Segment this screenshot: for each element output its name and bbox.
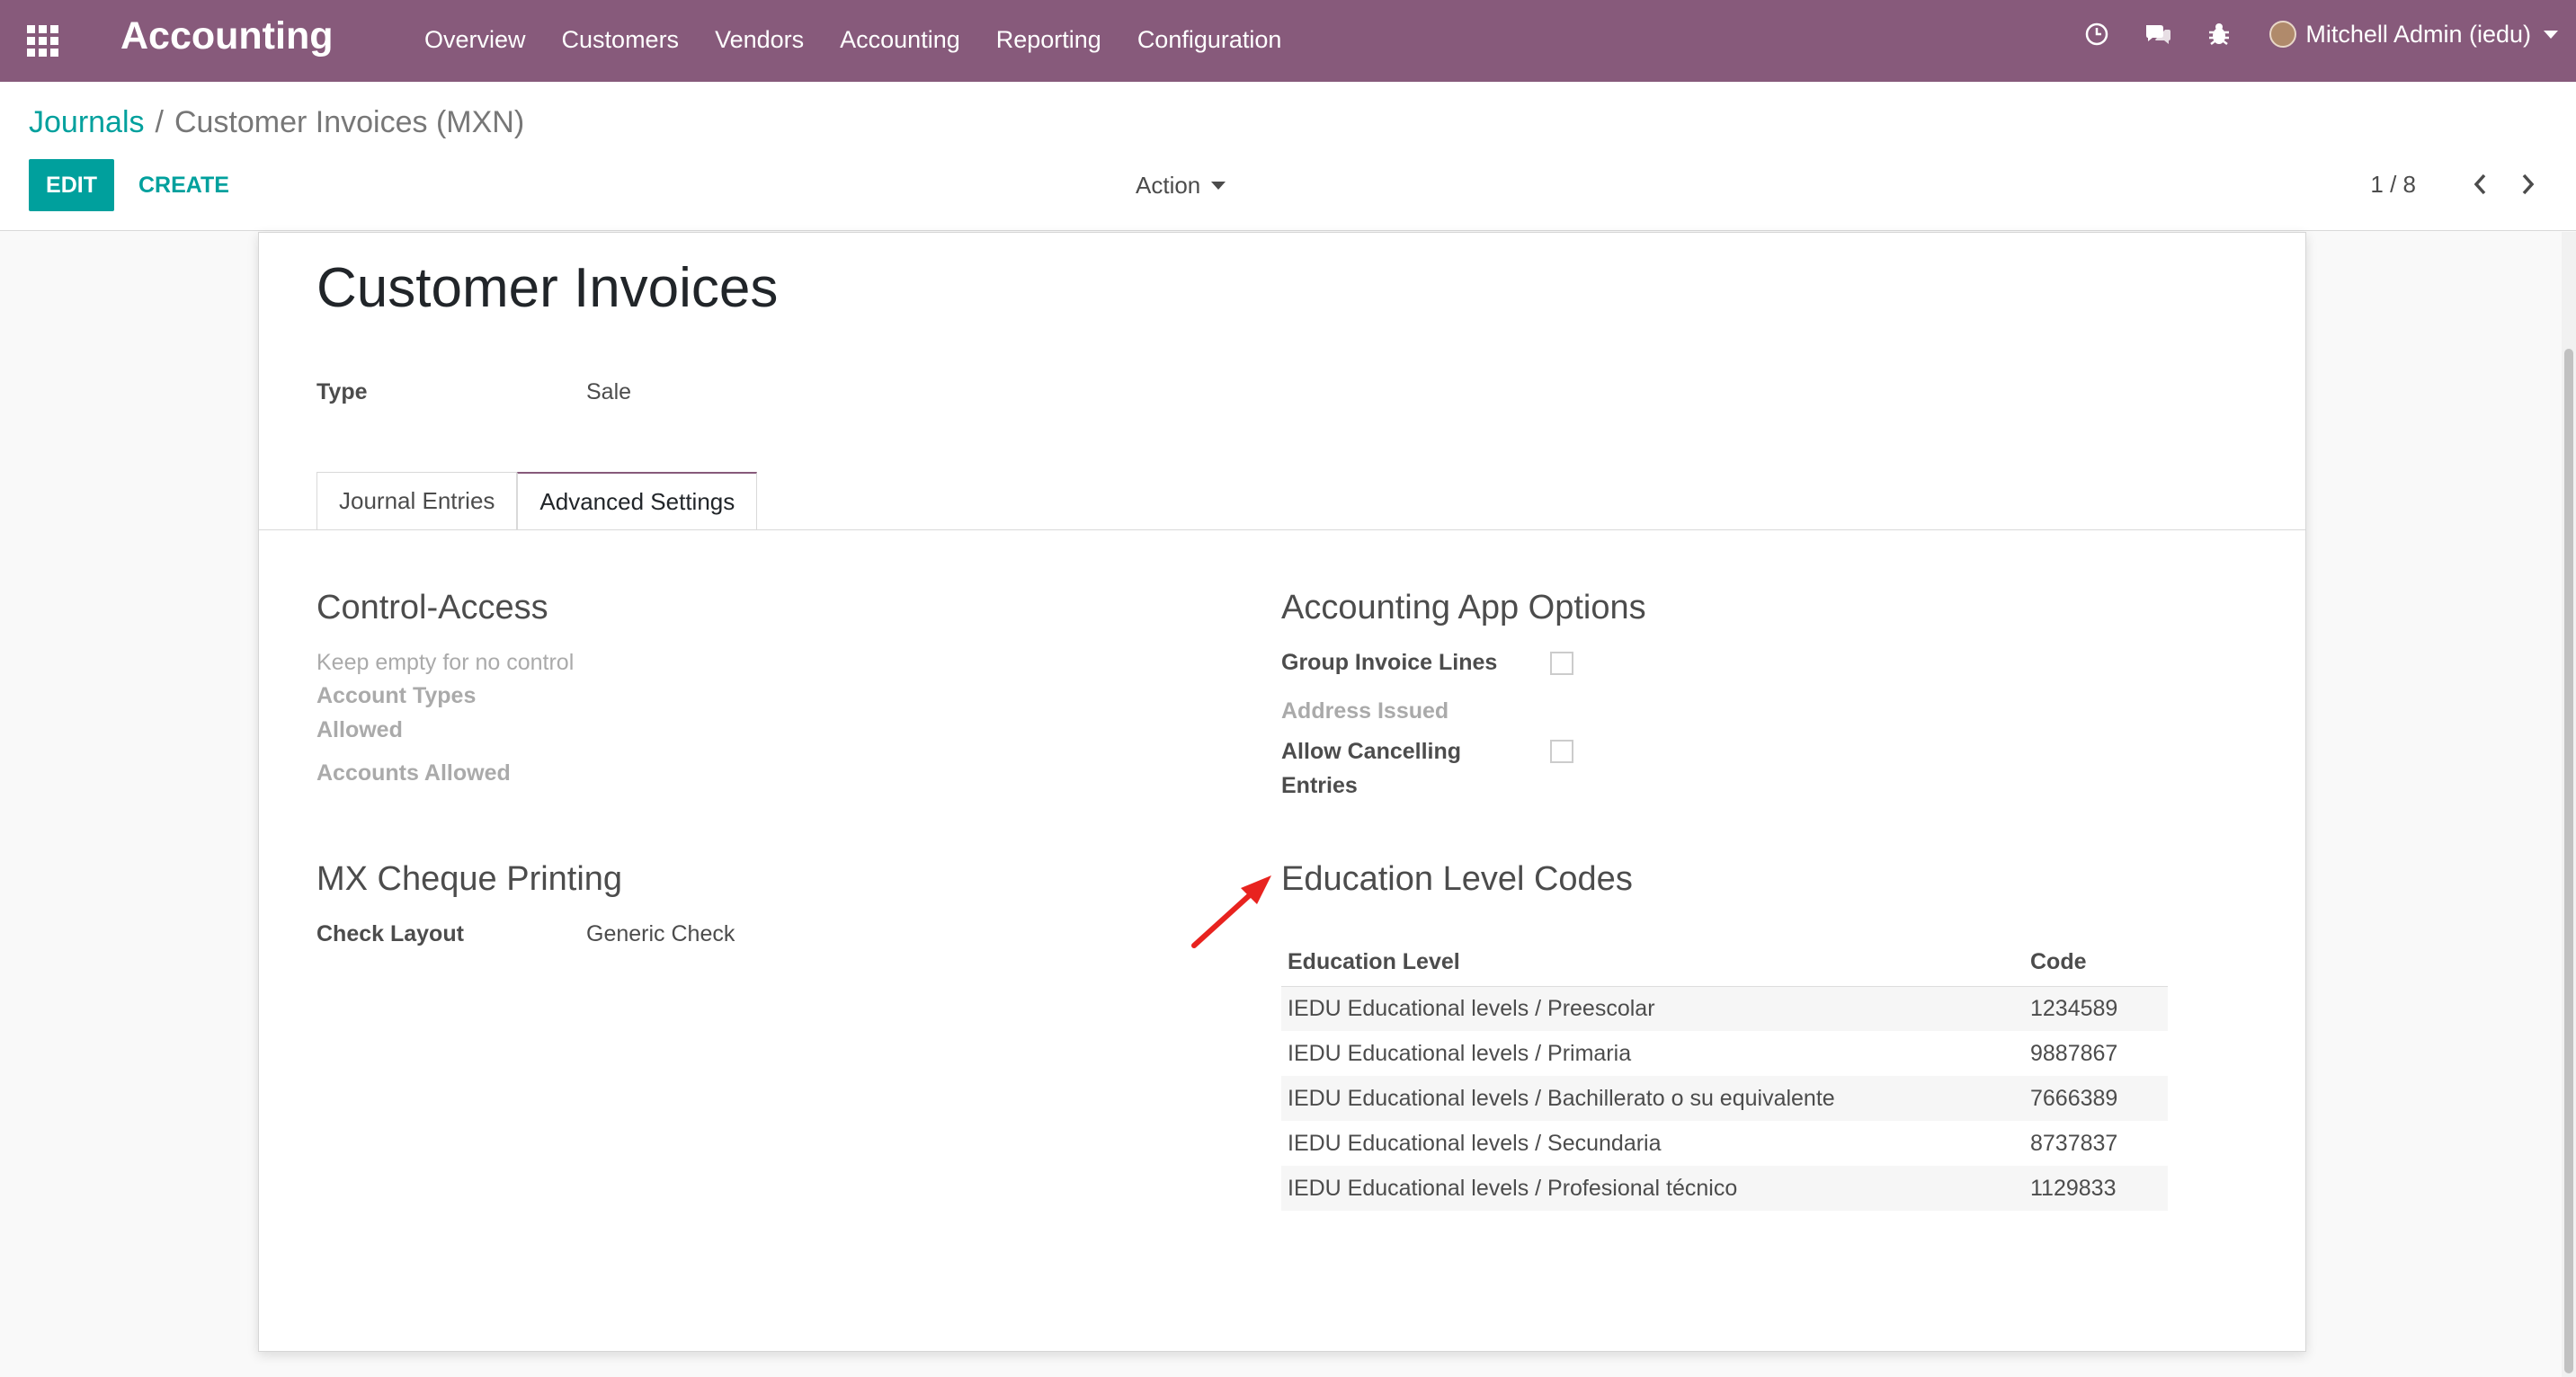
form-sheet: Customer Invoices Type Sale Journal Entr… [258,232,2306,1352]
user-menu[interactable]: Mitchell Admin (iedu) [2269,21,2558,49]
bug-icon[interactable] [2205,20,2233,49]
action-label: Action [1136,172,1201,199]
table-row[interactable]: IEDU Educational levels / Profesional té… [1281,1166,2168,1211]
group-invoice-lines-checkbox[interactable] [1550,652,1573,675]
column-header-education-level[interactable]: Education Level [1281,939,2024,986]
account-types-allowed-label: Account Types Allowed [316,679,476,747]
menu-item-overview[interactable]: Overview [424,26,526,54]
type-value: Sale [586,379,632,404]
control-panel: Journals / Customer Invoices (MXN) EDIT CR… [0,82,2576,231]
chat-icon[interactable] [2144,20,2172,49]
tab-advanced-settings[interactable]: Advanced Settings [517,472,758,530]
systray: Mitchell Admin (iedu) [2050,20,2558,49]
main-menu: Overview Customers Vendors Accounting Re… [424,26,1317,54]
chevron-down-icon [2544,30,2558,39]
mx-cheque-printing-title: MX Cheque Printing [316,860,623,898]
table-row[interactable]: IEDU Educational levels / Secundaria 873… [1281,1121,2168,1166]
pager-value[interactable]: 1 / 8 [2370,171,2416,199]
scrollbar-thumb[interactable] [2564,349,2573,1373]
caret-down-icon [1211,182,1226,190]
edit-button[interactable]: EDIT [29,159,114,211]
check-layout-label: Check Layout [316,921,464,946]
account-types-label-line1: Account Types [316,683,477,708]
tabs-divider [259,529,2305,530]
apps-menu-icon[interactable] [27,25,61,57]
scrollbar[interactable] [2562,232,2576,1377]
code-cell: 7666389 [2030,1085,2118,1111]
account-types-label-line2: Allowed [316,717,403,742]
pager: 1 / 8 [2370,168,2540,200]
type-label: Type [316,379,368,404]
red-arrow-icon [1191,875,1271,948]
code-cell: 1234589 [2030,995,2118,1021]
chevron-right-icon[interactable] [2517,168,2540,200]
table-row[interactable]: IEDU Educational levels / Preescolar 123… [1281,986,2168,1031]
create-button[interactable]: CREATE [138,159,229,211]
education-level-cell: IEDU Educational levels / Secundaria [1288,1130,1662,1156]
check-layout-value[interactable]: Generic Check [586,921,735,947]
menu-item-accounting[interactable]: Accounting [840,26,960,54]
education-level-cell: IEDU Educational levels / Primaria [1288,1040,1632,1066]
education-level-codes-title: Education Level Codes [1281,860,1633,898]
menu-item-configuration[interactable]: Configuration [1137,26,1282,54]
breadcrumb: Journals / Customer Invoices (MXN) [29,105,524,140]
breadcrumb-current: Customer Invoices (MXN) [174,105,525,139]
avatar [2269,21,2297,48]
allow-cancelling-label-line2: Entries [1281,773,1358,798]
education-codes-table: Education Level Code IEDU Educational le… [1281,939,2168,1211]
breadcrumb-separator: / [155,105,164,139]
accounts-allowed-label: Accounts Allowed [316,760,511,786]
notebook-tabs: Journal Entries Advanced Settings [316,472,758,530]
app-brand[interactable]: Accounting [120,14,333,58]
control-access-help: Keep empty for no control [316,650,575,675]
user-name: Mitchell Admin (iedu) [2305,20,2531,48]
clock-icon[interactable] [2082,20,2111,49]
group-invoice-lines-label: Group Invoice Lines [1281,650,1498,675]
address-issued-label: Address Issued [1281,698,1449,724]
control-access-title: Control-Access [316,589,548,626]
table-row[interactable]: IEDU Educational levels / Bachillerato o… [1281,1076,2168,1121]
code-cell: 9887867 [2030,1040,2118,1066]
menu-item-customers[interactable]: Customers [562,26,680,54]
table-row[interactable]: IEDU Educational levels / Primaria 98878… [1281,1031,2168,1076]
accounting-app-options-title: Accounting App Options [1281,589,1646,626]
menu-item-reporting[interactable]: Reporting [996,26,1101,54]
code-cell: 8737837 [2030,1130,2118,1156]
menu-item-vendors[interactable]: Vendors [715,26,804,54]
column-header-code[interactable]: Code [2024,939,2168,986]
table-header-row: Education Level Code [1281,939,2168,986]
allow-cancelling-label-line1: Allow Cancelling [1281,739,1462,764]
action-dropdown[interactable]: Action [1136,172,1226,200]
education-level-cell: IEDU Educational levels / Bachillerato o… [1288,1085,1835,1111]
allow-cancelling-entries-checkbox[interactable] [1550,740,1573,763]
breadcrumb-journals[interactable]: Journals [29,105,145,139]
education-level-cell: IEDU Educational levels / Profesional té… [1288,1175,1738,1201]
chevron-left-icon[interactable] [2468,168,2491,200]
code-cell: 1129833 [2030,1175,2117,1201]
tab-journal-entries[interactable]: Journal Entries [316,472,518,529]
top-navbar: Accounting Overview Customers Vendors Ac… [0,0,2576,82]
education-level-cell: IEDU Educational levels / Preescolar [1288,995,1655,1021]
page-title: Customer Invoices [316,257,779,319]
allow-cancelling-entries-label: Allow Cancelling Entries [1281,734,1461,803]
